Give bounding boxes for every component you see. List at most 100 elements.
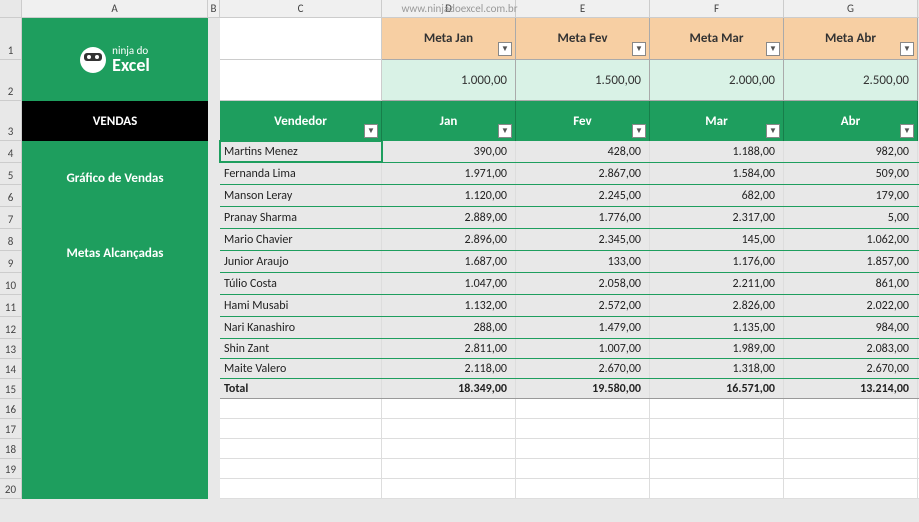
col-header-a[interactable]: A xyxy=(22,0,208,17)
cell-vendedor[interactable]: Mario Chavier xyxy=(220,229,382,250)
filter-icon[interactable]: ▼ xyxy=(498,42,512,56)
col-header-b[interactable]: B xyxy=(208,0,220,17)
empty-cell[interactable] xyxy=(220,399,382,418)
empty-cell[interactable] xyxy=(220,479,382,498)
col-header-f[interactable]: F xyxy=(650,0,784,17)
cell-value[interactable]: 1.857,00 xyxy=(784,251,918,272)
col-header-g[interactable]: G xyxy=(784,0,918,17)
cell-value[interactable]: 2.889,00 xyxy=(382,207,516,228)
empty-cell[interactable] xyxy=(650,479,784,498)
row-header-18[interactable]: 18 xyxy=(0,439,22,459)
cell-value[interactable]: 2.317,00 xyxy=(650,207,784,228)
empty-cell[interactable] xyxy=(650,439,784,458)
cell-value[interactable]: 2.867,00 xyxy=(516,163,650,184)
cell-value[interactable]: 1.318,00 xyxy=(650,359,784,378)
cell-value[interactable]: 2.896,00 xyxy=(382,229,516,250)
cell-value[interactable]: 288,00 xyxy=(382,317,516,338)
nav-metas-alcancadas[interactable]: Metas Alcançadas xyxy=(22,216,208,291)
total-jan[interactable]: 18.349,00 xyxy=(382,379,516,398)
meta-mar-header[interactable]: Meta Mar▼ xyxy=(650,18,784,60)
empty-cell[interactable] xyxy=(784,459,918,478)
meta-abr-value[interactable]: 2.500,00 xyxy=(784,60,918,101)
meta-abr-header[interactable]: Meta Abr▼ xyxy=(784,18,918,60)
total-mar[interactable]: 16.571,00 xyxy=(650,379,784,398)
cell-vendedor[interactable]: Martins Menez xyxy=(220,141,382,162)
cell-value[interactable]: 861,00 xyxy=(784,273,918,294)
cell-value[interactable]: 2.083,00 xyxy=(784,339,918,358)
th-jan[interactable]: Jan▼ xyxy=(382,101,516,141)
cell-value[interactable]: 1.989,00 xyxy=(650,339,784,358)
cell-value[interactable]: 1.047,00 xyxy=(382,273,516,294)
th-fev[interactable]: Fev▼ xyxy=(516,101,650,141)
cell-value[interactable]: 1.062,00 xyxy=(784,229,918,250)
cell-value[interactable]: 1.584,00 xyxy=(650,163,784,184)
empty-cell[interactable] xyxy=(784,399,918,418)
cell-value[interactable]: 2.811,00 xyxy=(382,339,516,358)
cell-vendedor[interactable]: Pranay Sharma xyxy=(220,207,382,228)
col-header-e[interactable]: E xyxy=(516,0,650,17)
cell-value[interactable]: 2.345,00 xyxy=(516,229,650,250)
meta-fev-header[interactable]: Meta Fev▼ xyxy=(516,18,650,60)
row-header-8[interactable]: 8 xyxy=(0,229,22,251)
filter-icon[interactable]: ▼ xyxy=(900,124,914,138)
empty-cell[interactable] xyxy=(650,459,784,478)
total-abr[interactable]: 13.214,00 xyxy=(784,379,918,398)
filter-icon[interactable]: ▼ xyxy=(766,124,780,138)
cell-value[interactable]: 1.776,00 xyxy=(516,207,650,228)
cell-vendedor[interactable]: Junior Araujo xyxy=(220,251,382,272)
cell-c1[interactable] xyxy=(220,18,382,60)
filter-icon[interactable]: ▼ xyxy=(364,124,378,138)
cell-value[interactable]: 2.826,00 xyxy=(650,295,784,316)
cell-value[interactable]: 1.971,00 xyxy=(382,163,516,184)
nav-grafico-vendas[interactable]: Gráfico de Vendas xyxy=(22,141,208,216)
total-label[interactable]: Total xyxy=(220,379,382,398)
cell-value[interactable]: 179,00 xyxy=(784,185,918,206)
row-header-16[interactable]: 16 xyxy=(0,399,22,419)
cell-value[interactable]: 682,00 xyxy=(650,185,784,206)
cell-vendedor[interactable]: Nari Kanashiro xyxy=(220,317,382,338)
empty-cell[interactable] xyxy=(784,439,918,458)
cell-value[interactable]: 2.211,00 xyxy=(650,273,784,294)
row-header-2[interactable]: 2 xyxy=(0,60,22,101)
cell-value[interactable]: 5,00 xyxy=(784,207,918,228)
cell-value[interactable]: 1.188,00 xyxy=(650,141,784,162)
empty-cell[interactable] xyxy=(784,419,918,438)
row-header-11[interactable]: 11 xyxy=(0,295,22,317)
total-fev[interactable]: 19.580,00 xyxy=(516,379,650,398)
col-header-c[interactable]: C xyxy=(220,0,382,17)
empty-cell[interactable] xyxy=(382,439,516,458)
cell-value[interactable]: 1.687,00 xyxy=(382,251,516,272)
row-header-13[interactable]: 13 xyxy=(0,339,22,359)
cell-value[interactable]: 145,00 xyxy=(650,229,784,250)
empty-cell[interactable] xyxy=(516,419,650,438)
filter-icon[interactable]: ▼ xyxy=(632,42,646,56)
cell-value[interactable]: 984,00 xyxy=(784,317,918,338)
cell-vendedor[interactable]: Maite Valero xyxy=(220,359,382,378)
nav-vendas[interactable]: VENDAS xyxy=(22,101,208,141)
cell-value[interactable]: 2.245,00 xyxy=(516,185,650,206)
row-header-20[interactable]: 20 xyxy=(0,479,22,499)
select-all[interactable] xyxy=(0,0,22,17)
cell-value[interactable]: 1.132,00 xyxy=(382,295,516,316)
empty-cell[interactable] xyxy=(382,479,516,498)
cell-value[interactable]: 509,00 xyxy=(784,163,918,184)
row-header-17[interactable]: 17 xyxy=(0,419,22,439)
row-header-5[interactable]: 5 xyxy=(0,163,22,185)
empty-cell[interactable] xyxy=(220,439,382,458)
th-vendedor[interactable]: Vendedor▼ xyxy=(220,101,382,141)
filter-icon[interactable]: ▼ xyxy=(900,42,914,56)
cell-value[interactable]: 390,00 xyxy=(382,141,516,162)
empty-cell[interactable] xyxy=(516,479,650,498)
cell-value[interactable]: 1.007,00 xyxy=(516,339,650,358)
row-header-14[interactable]: 14 xyxy=(0,359,22,379)
cell-vendedor[interactable]: Hami Musabi xyxy=(220,295,382,316)
row-header-10[interactable]: 10 xyxy=(0,273,22,295)
empty-cell[interactable] xyxy=(220,419,382,438)
meta-fev-value[interactable]: 1.500,00 xyxy=(516,60,650,101)
th-abr[interactable]: Abr▼ xyxy=(784,101,918,141)
meta-jan-value[interactable]: 1.000,00 xyxy=(382,60,516,101)
cell-vendedor[interactable]: Túlio Costa xyxy=(220,273,382,294)
row-header-6[interactable]: 6 xyxy=(0,185,22,207)
row-header-19[interactable]: 19 xyxy=(0,459,22,479)
filter-icon[interactable]: ▼ xyxy=(766,42,780,56)
